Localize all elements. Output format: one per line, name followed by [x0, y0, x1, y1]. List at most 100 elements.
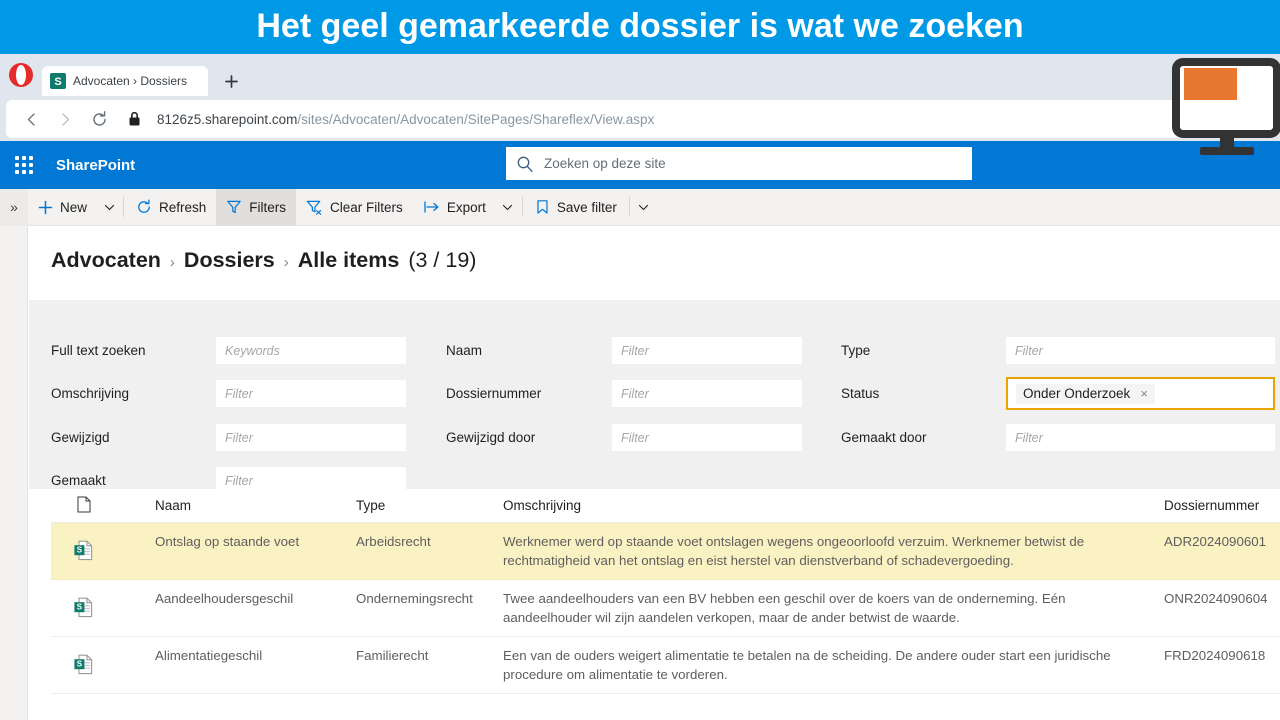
clear-filters-button[interactable]: Clear Filters — [296, 189, 413, 226]
filter-input-dossiernummer[interactable]: Filter — [612, 380, 802, 407]
sharepoint-brand[interactable]: SharePoint — [56, 157, 135, 174]
refresh-button-label: Refresh — [159, 199, 207, 215]
cell-naam: Alimentatiegeschil — [155, 648, 263, 663]
filter-label-gemaakt-door: Gemaakt door — [841, 430, 927, 445]
breadcrumb-item-count: (3 / 19) — [408, 248, 477, 272]
sharepoint-document-icon: S — [74, 540, 93, 566]
filter-input-type[interactable]: Filter — [1006, 337, 1275, 364]
table-row[interactable]: S Aandeelhoudersgeschil Ondernemingsrech… — [51, 580, 1280, 637]
filter-placeholder: Filter — [621, 430, 649, 445]
plus-icon — [224, 74, 238, 88]
plus-icon — [38, 200, 53, 215]
cell-type: Arbeidsrecht — [356, 534, 431, 549]
cell-dossiernummer: FRD2024090618 — [1164, 648, 1266, 663]
url-path: /sites/Advocaten/Advocaten/SitePages/Sha… — [297, 111, 655, 127]
cell-type: Ondernemingsrecht — [356, 591, 473, 606]
filter-input-naam[interactable]: Filter — [612, 337, 802, 364]
export-icon — [423, 199, 440, 215]
back-button[interactable] — [14, 102, 48, 136]
annotation-banner: Het geel gemarkeerde dossier is wat we z… — [0, 0, 1280, 52]
sharepoint-document-icon: S — [74, 597, 93, 623]
filter-label-status: Status — [841, 386, 880, 401]
document-icon — [77, 496, 91, 513]
chevron-down-icon — [503, 204, 513, 210]
browser-tabstrip: S Advocaten › Dossiers — [0, 54, 1280, 96]
filter-placeholder: Filter — [1015, 430, 1043, 445]
column-header-naam[interactable]: Naam — [155, 498, 191, 513]
breadcrumb-separator: › — [169, 254, 175, 271]
filter-label-gewijzigd-door: Gewijzigd door — [446, 430, 536, 445]
filter-placeholder: Filter — [621, 343, 649, 358]
opera-logo-icon[interactable] — [0, 54, 42, 96]
cell-naam: Aandeelhoudersgeschil — [155, 591, 294, 606]
save-filter-button[interactable]: Save filter — [525, 189, 627, 226]
annotation-banner-text: Het geel gemarkeerde dossier is wat we z… — [256, 7, 1024, 45]
forward-button[interactable] — [48, 102, 82, 136]
new-tab-button[interactable] — [216, 66, 246, 96]
filter-input-gewijzigd[interactable]: Filter — [216, 424, 406, 451]
cell-omschrijving: Een van de ouders weigert alimentatie te… — [503, 648, 1111, 682]
toolbar-separator — [521, 197, 523, 217]
export-button[interactable]: Export — [413, 189, 496, 226]
breadcrumb-separator: › — [283, 254, 289, 271]
table-row[interactable]: S Alimentatiegeschil Familierecht Een va… — [51, 637, 1280, 694]
bookmark-icon — [535, 199, 550, 215]
filter-label-omschrijving: Omschrijving — [51, 386, 130, 401]
column-header-icon — [77, 496, 91, 516]
svg-text:S: S — [77, 660, 83, 669]
filter-token-label: Onder Onderzoek — [1023, 385, 1131, 401]
items-table: Naam Type Omschrijving Dossiernummer S O… — [51, 489, 1280, 720]
table-row[interactable]: S Ontslag op staande voet Arbeidsrecht W… — [51, 523, 1280, 580]
search-input[interactable]: Zoeken op deze site — [506, 147, 972, 180]
filter-label-naam: Naam — [446, 343, 483, 358]
breadcrumb-item-dossiers[interactable]: Dossiers — [184, 248, 275, 273]
browser-url-bar[interactable]: 8126z5.sharepoint.com/sites/Advocaten/Ad… — [6, 100, 1274, 138]
column-header-type[interactable]: Type — [356, 498, 385, 513]
reload-button[interactable] — [82, 102, 116, 136]
breadcrumb-item-advocaten[interactable]: Advocaten — [51, 248, 161, 273]
left-navigation-rail — [0, 226, 28, 720]
filter-placeholder: Filter — [225, 473, 253, 488]
remove-token-icon[interactable]: × — [1140, 387, 1148, 400]
filter-input-full-text-zoeken[interactable]: Keywords — [216, 337, 406, 364]
column-header-dossiernummer[interactable]: Dossiernummer — [1164, 498, 1259, 513]
sharepoint-favicon-icon: S — [50, 73, 66, 89]
new-dropdown-caret[interactable] — [97, 189, 121, 226]
save-filter-button-label: Save filter — [556, 199, 617, 215]
cell-omschrijving: Werknemer werd op staande voet ontslagen… — [503, 534, 1085, 568]
browser-tab[interactable]: S Advocaten › Dossiers — [42, 66, 208, 96]
toolbar-overflow-button[interactable]: » — [0, 188, 28, 226]
filter-label-type: Type — [841, 343, 871, 358]
filter-token-status[interactable]: Onder Onderzoek × — [1016, 383, 1155, 404]
cell-type: Familierecht — [356, 648, 429, 663]
breadcrumb-item-alle-items[interactable]: Alle items — [298, 248, 400, 273]
svg-text:S: S — [54, 76, 61, 88]
filter-input-status[interactable]: Onder Onderzoek × — [1006, 377, 1275, 410]
filter-placeholder: Filter — [225, 386, 253, 401]
app-launcher-icon[interactable] — [0, 141, 48, 189]
funnel-clear-icon — [306, 199, 323, 215]
filter-label-dossiernummer: Dossiernummer — [446, 386, 542, 401]
filter-placeholder: Filter — [225, 430, 253, 445]
chevron-right-icon — [61, 112, 69, 126]
clear-filters-button-label: Clear Filters — [330, 199, 403, 215]
filter-label-full-text-zoeken: Full text zoeken — [51, 343, 146, 358]
filter-input-gemaakt-door[interactable]: Filter — [1006, 424, 1275, 451]
url-domain: 8126z5.sharepoint.com — [157, 111, 298, 127]
chevron-left-icon — [27, 112, 35, 126]
table-header-row: Naam Type Omschrijving Dossiernummer — [51, 489, 1280, 523]
page-content: Advocaten › Dossiers › Alle items (3 / 1… — [29, 226, 1280, 720]
filters-button[interactable]: Filters — [216, 188, 297, 226]
refresh-button[interactable]: Refresh — [126, 189, 216, 226]
browser-tab-title: Advocaten › Dossiers — [73, 74, 188, 88]
save-filter-dropdown-caret[interactable] — [632, 189, 656, 226]
new-button[interactable]: New — [28, 189, 97, 226]
chevron-down-icon — [639, 204, 649, 210]
column-header-omschrijving[interactable]: Omschrijving — [503, 498, 581, 513]
filter-input-gewijzigd-door[interactable]: Filter — [612, 424, 802, 451]
lock-icon — [128, 111, 141, 127]
export-dropdown-caret[interactable] — [496, 189, 520, 226]
filter-input-omschrijving[interactable]: Filter — [216, 380, 406, 407]
chevron-down-icon — [104, 204, 114, 210]
refresh-icon — [92, 110, 106, 126]
